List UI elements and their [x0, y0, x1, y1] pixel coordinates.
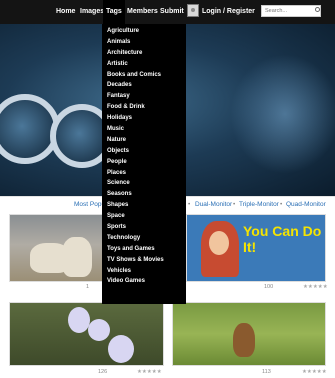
quad-monitor-link[interactable]: Quad-Monitor: [286, 198, 326, 212]
tag-item-animals[interactable]: Animals: [102, 37, 186, 48]
login-register-link[interactable]: Login / Register: [199, 0, 258, 24]
dual-monitor-link[interactable]: Dual-Monitor: [195, 198, 232, 212]
separator-dot: •: [233, 201, 236, 208]
tag-item-decades[interactable]: Decades: [102, 80, 186, 91]
tag-item-fantasy[interactable]: Fantasy: [102, 91, 186, 102]
rating-stars: ★★★★★: [303, 284, 328, 290]
tag-item-seasons[interactable]: Seasons: [102, 189, 186, 200]
tag-item-people[interactable]: People: [102, 157, 186, 168]
rating-stars: ★★★★★: [137, 369, 162, 375]
tag-item-books-and-comics[interactable]: Books and Comics: [102, 70, 186, 81]
flower-petal: [88, 319, 110, 341]
tag-item-technology[interactable]: Technology: [102, 233, 186, 244]
tag-item-places[interactable]: Places: [102, 168, 186, 179]
tag-item-agriculture[interactable]: Agriculture: [102, 26, 186, 37]
search-input[interactable]: [261, 5, 321, 17]
tags-dropdown-menu: Agriculture Animals Architecture Artisti…: [102, 24, 186, 304]
download-count: 126: [98, 369, 108, 375]
marmot-figure: [233, 323, 255, 357]
nav-members[interactable]: Members: [124, 0, 161, 24]
poster-text: You Can Do It!: [243, 223, 322, 255]
tag-item-holidays[interactable]: Holidays: [102, 113, 186, 124]
flower-petal: [68, 307, 90, 333]
tag-item-artistic[interactable]: Artistic: [102, 59, 186, 70]
tag-item-toys-and-games[interactable]: Toys and Games: [102, 244, 186, 255]
tag-item-food-drink[interactable]: Food & Drink: [102, 102, 186, 113]
triple-monitor-link[interactable]: Triple-Monitor: [239, 198, 279, 212]
tag-item-vehicles[interactable]: Vehicles: [102, 266, 186, 277]
wallpaper-thumb-flowers[interactable]: [9, 302, 164, 366]
search-icon[interactable]: [315, 7, 320, 12]
tag-item-tv-shows-movies[interactable]: TV Shows & Movies: [102, 255, 186, 266]
separator-dot: •: [280, 201, 283, 208]
rating-stars: ★★★★★: [302, 369, 327, 375]
nav-submit[interactable]: Submit: [157, 0, 187, 24]
goat-figure: [62, 237, 92, 277]
flower-petal: [108, 335, 134, 363]
nav-home[interactable]: Home: [53, 0, 78, 24]
wallpaper-thumb-you-can-do-it[interactable]: You Can Do It!: [186, 214, 326, 282]
hero-glow: [230, 54, 335, 174]
tags-list: Agriculture Animals Architecture Artisti…: [102, 24, 186, 287]
nav-tags[interactable]: Tags: [103, 0, 125, 24]
separator-dot: •: [188, 201, 191, 208]
tag-item-sports[interactable]: Sports: [102, 222, 186, 233]
user-avatar-icon[interactable]: [187, 4, 199, 17]
top-nav-bar: Home Images Tags Members Submit Login / …: [0, 0, 335, 24]
most-popular-link[interactable]: Most Popu: [74, 198, 105, 212]
poster-face: [209, 231, 229, 255]
download-count: 1: [86, 284, 90, 290]
download-count: 113: [262, 369, 271, 375]
tag-item-objects[interactable]: Objects: [102, 146, 186, 157]
tag-item-architecture[interactable]: Architecture: [102, 48, 186, 59]
download-count: 100: [264, 284, 274, 290]
tag-item-nature[interactable]: Nature: [102, 135, 186, 146]
tag-item-space[interactable]: Space: [102, 211, 186, 222]
wallpaper-thumb-marmot[interactable]: [172, 302, 326, 366]
tag-item-video-games[interactable]: Video Games: [102, 276, 186, 287]
wallpaper-thumb-goat[interactable]: [9, 214, 103, 282]
tag-item-music[interactable]: Music: [102, 124, 186, 135]
tag-item-shapes[interactable]: Shapes: [102, 200, 186, 211]
tag-item-science[interactable]: Science: [102, 178, 186, 189]
